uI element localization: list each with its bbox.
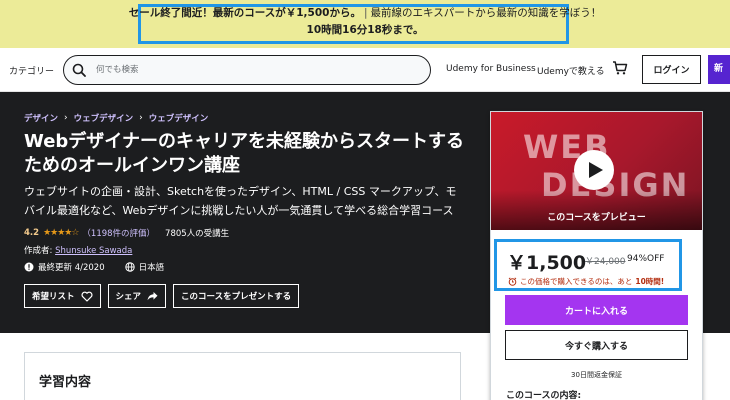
promo-banner: セール終了間近！最新のコースが￥1,500から。 | 最前線のエキスパートから最新の… <box>0 0 730 48</box>
top-header: カテゴリー Udemy for Business Udemyで教える <box>0 48 730 92</box>
purchase-card: WEB DESIGN このコースをプレビュー ￥1,500 ￥24,000 94… <box>490 111 703 400</box>
breadcrumb-item[interactable]: デザイン <box>24 112 58 124</box>
student-count: 7805人の受講生 <box>165 229 230 239</box>
cart-icon[interactable] <box>612 60 628 76</box>
rating-row: 4.2 ★★★★☆ （1198件の評価） 7805人の受講生 <box>24 227 229 239</box>
meta-row: 最終更新 4/2020 日本語 <box>24 261 164 273</box>
course-language: 日本語 <box>138 263 165 273</box>
urgency-time: 10時間! <box>635 277 665 286</box>
gift-course-button[interactable]: このコースをプレゼントする <box>173 284 300 308</box>
banner-message: セール終了間近！最新のコースが￥1,500から。 | 最前線のエキスパートから最新の… <box>0 5 730 20</box>
play-icon <box>589 162 603 178</box>
buy-now-button[interactable]: 今すぐ購入する <box>505 330 688 360</box>
banner-highlight-text: セール終了間近！最新のコースが￥1,500から。 <box>128 7 361 19</box>
breadcrumb-item[interactable]: ウェブデザイン <box>149 112 209 124</box>
urgency-message: この価格で購入できるのは、あと 10時間! <box>508 276 664 287</box>
login-button[interactable]: ログイン <box>642 55 701 84</box>
rating-value: 4.2 <box>24 228 40 238</box>
hero-actions: 希望リスト シェア このコースをプレゼントする <box>24 284 300 308</box>
share-arrow-icon <box>147 292 158 301</box>
heart-icon <box>81 291 93 302</box>
star-rating-icon: ★★★★☆ <box>43 228 79 238</box>
learn-heading: 学習内容 <box>39 375 92 390</box>
alert-icon <box>24 262 34 272</box>
current-price: ￥1,500 <box>507 252 587 274</box>
chevron-right-icon: › <box>139 113 143 123</box>
course-subtitle: ウェブサイトの企画・設計、Sketchを使ったデザイン、HTML / CSS マ… <box>24 185 457 217</box>
discount-percent: 94%OFF <box>627 254 665 264</box>
gift-label: このコースをプレゼントする <box>181 292 292 302</box>
includes-heading: このコースの内容: <box>506 391 582 400</box>
breadcrumb-item[interactable]: ウェブデザイン <box>74 112 134 124</box>
signup-button[interactable]: 新 <box>708 55 730 84</box>
preview-label: このコースをプレビュー <box>547 213 646 223</box>
categories-menu[interactable]: カテゴリー <box>9 64 54 77</box>
what-you-learn-box: 学習内容 <box>24 352 461 400</box>
globe-icon <box>124 262 135 272</box>
last-updated: 最終更新 4/2020 <box>38 263 105 273</box>
search-bar[interactable] <box>63 55 431 85</box>
wishlist-button[interactable]: 希望リスト <box>24 284 101 308</box>
nav-teach-link[interactable]: Udemyで教える <box>537 64 605 77</box>
author-label: 作成者: <box>24 246 56 256</box>
breadcrumb: デザイン › ウェブデザイン › ウェブデザイン <box>24 112 208 124</box>
alarm-clock-icon <box>508 277 517 286</box>
price-highlight-frame: ￥1,500 ￥24,000 94%OFF この価格で購入できるのは、あと 10時… <box>494 239 682 291</box>
chevron-right-icon: › <box>64 113 68 123</box>
urgency-text: この価格で購入できるのは、あと <box>520 277 633 286</box>
course-title: Webデザイナーのキャリアを未経験からスタートするためのオールインワン講座 <box>24 131 464 176</box>
banner-separator: | <box>363 7 368 19</box>
course-preview[interactable]: WEB DESIGN このコースをプレビュー <box>491 112 702 230</box>
play-button[interactable] <box>574 150 614 190</box>
search-icon[interactable] <box>72 63 86 77</box>
author-link[interactable]: Shunsuke Sawada <box>55 246 132 256</box>
add-to-cart-button[interactable]: カートに入れる <box>505 295 688 325</box>
author-row: 作成者: Shunsuke Sawada <box>24 244 132 256</box>
search-input[interactable] <box>96 61 416 79</box>
share-label: シェア <box>115 292 142 302</box>
guarantee-text: 30日間返金保証 <box>571 371 622 379</box>
wishlist-label: 希望リスト <box>32 292 75 302</box>
banner-countdown: 10時間16分18秒まで。 <box>306 24 424 36</box>
original-price: ￥24,000 <box>585 257 626 267</box>
banner-subtext: 最前線のエキスパートから最新の知識を学ぼう！ <box>370 7 602 19</box>
share-button[interactable]: シェア <box>107 284 167 308</box>
rating-count-link[interactable]: （1198件の評価） <box>82 227 155 239</box>
nav-business-link[interactable]: Udemy for Business <box>446 64 536 74</box>
